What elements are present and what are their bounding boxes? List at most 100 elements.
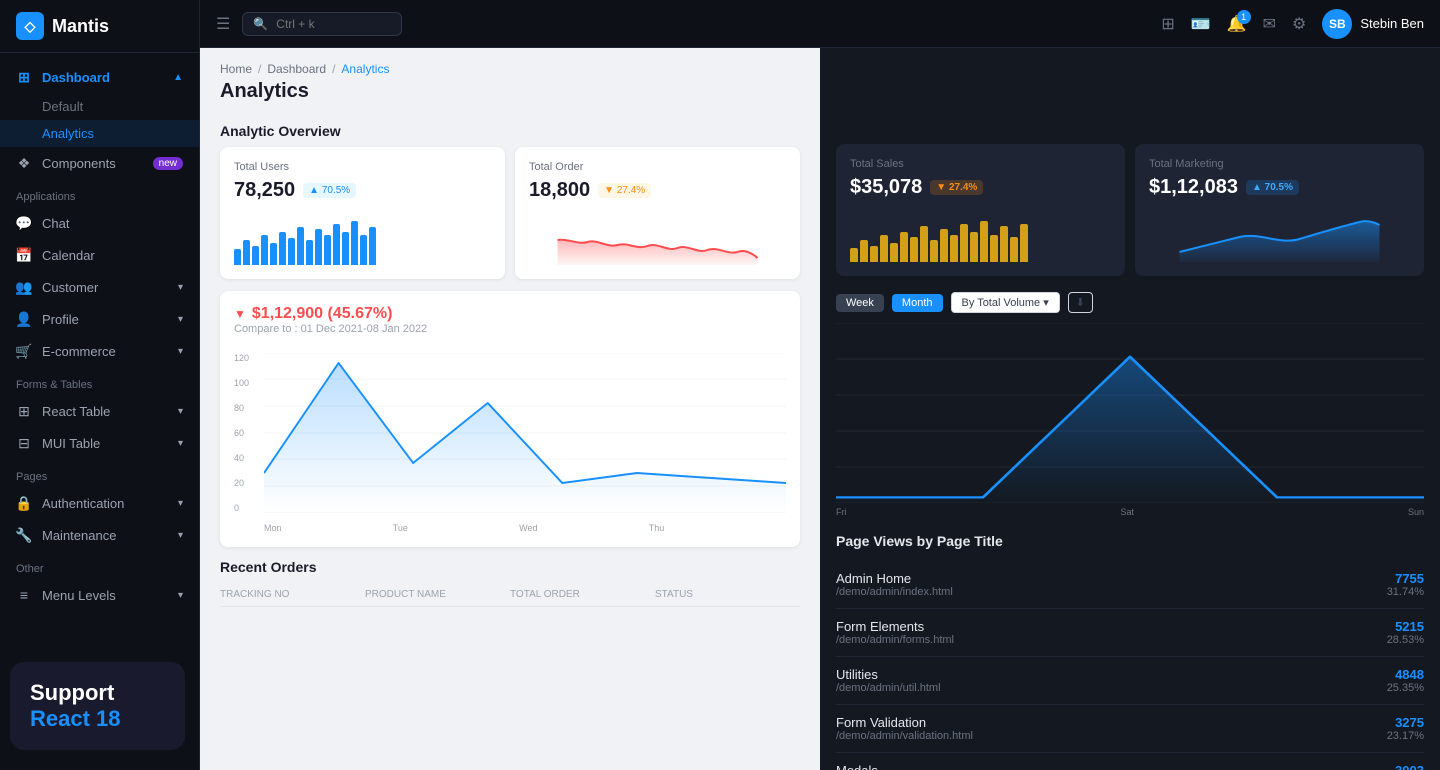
sidebar-item-components[interactable]: ❖ Components new (0, 147, 199, 179)
sidebar-item-profile[interactable]: 👤 Profile ▾ (0, 303, 199, 335)
stat-value-orders: 18,800 (529, 179, 590, 202)
week-button[interactable]: Week (836, 294, 884, 312)
pv-count: 4848 (1387, 667, 1424, 682)
dark-stat-value-marketing: $1,12,083 ▲ 70.5% (1149, 176, 1410, 199)
mui-table-icon: ⊟ (16, 435, 32, 451)
sidebar-item-customer[interactable]: 👥 Customer ▾ (0, 271, 199, 303)
income-header-left: ▼ $1,12,900 (45.67%) Compare to : 01 Dec… (234, 305, 427, 345)
components-icon: ❖ (16, 155, 32, 171)
user-avatar: SB (1322, 9, 1352, 39)
breadcrumb-current: Analytics (341, 62, 389, 76)
customer-chevron: ▾ (178, 282, 183, 293)
sidebar-item-mui-table[interactable]: ⊟ MUI Table ▾ (0, 427, 199, 459)
bar (1020, 224, 1028, 263)
page-view-item: Form Elements /demo/admin/forms.html 521… (836, 609, 1424, 657)
dashboard-icon: ⊞ (16, 69, 32, 85)
pv-left: Utilities /demo/admin/util.html (836, 667, 941, 694)
month-button[interactable]: Month (892, 294, 943, 312)
sidebar-item-ecommerce[interactable]: 🛒 E-commerce ▾ (0, 335, 199, 367)
pv-url: /demo/admin/index.html (836, 586, 953, 598)
search-box[interactable]: 🔍 (242, 12, 402, 36)
bar (234, 249, 241, 266)
bar (270, 243, 277, 265)
sidebar-item-chat[interactable]: 💬 Chat (0, 207, 199, 239)
page-header: Home / Dashboard / Analytics Analytics (200, 48, 820, 113)
chart-x-labels: MonTueWedThuFri (264, 523, 786, 533)
react-table-chevron: ▾ (178, 406, 183, 417)
bar (870, 246, 878, 263)
topbar: ☰ 🔍 ⊞ 🪪 🔔 1 ✉ ⚙ SB Stebin Ben (200, 0, 1440, 48)
bar (297, 227, 304, 266)
pv-title: Utilities (836, 667, 941, 682)
search-input[interactable] (276, 17, 376, 31)
chart-area (264, 353, 786, 513)
dark-mini-chart-marketing (1149, 207, 1410, 262)
dark-chart-x-labels: FriSatSun (836, 503, 1424, 517)
pv-right: 7755 31.74% (1387, 571, 1424, 598)
bar (880, 235, 888, 263)
breadcrumb: Home / Dashboard / Analytics (220, 62, 800, 76)
sidebar-item-react-table[interactable]: ⊞ React Table ▾ (0, 395, 199, 427)
bar (930, 240, 938, 262)
bar (252, 246, 259, 265)
pv-pct: 28.53% (1387, 634, 1424, 646)
dark-stat-card-sales: Total Sales $35,078 ▼ 27.4% (836, 144, 1125, 276)
card-icon[interactable]: 🪪 (1191, 14, 1211, 34)
sidebar-item-analytics[interactable]: Analytics (0, 120, 199, 147)
bar (920, 226, 928, 262)
sidebar-item-maintenance[interactable]: 🔧 Maintenance ▾ (0, 519, 199, 551)
mail-icon[interactable]: ✉ (1263, 14, 1276, 34)
dark-income-controls: Week Month By Total Volume ▾ ⬇ (836, 292, 1424, 313)
income-card: ▼ $1,12,900 (45.67%) Compare to : 01 Dec… (220, 291, 800, 547)
bar (890, 243, 898, 262)
breadcrumb-home[interactable]: Home (220, 62, 252, 76)
menu-toggle-button[interactable]: ☰ (216, 14, 230, 34)
page-view-item: Utilities /demo/admin/util.html 4848 25.… (836, 657, 1424, 705)
pv-right: 3275 23.17% (1387, 715, 1424, 742)
page-views-list: Admin Home /demo/admin/index.html 7755 3… (836, 561, 1424, 770)
col-total-order: TOTAL ORDER (510, 589, 655, 600)
pv-title: Modals (836, 763, 962, 770)
dark-income-section: Week Month By Total Volume ▾ ⬇ (836, 292, 1424, 517)
settings-icon[interactable]: ⚙ (1292, 14, 1306, 34)
stat-card-orders: Total Order 18,800 ▼ 27.4% (515, 147, 800, 279)
pv-title: Form Validation (836, 715, 973, 730)
components-badge: new (153, 157, 183, 170)
breadcrumb-sep1: / (258, 62, 261, 76)
auth-chevron: ▾ (178, 498, 183, 509)
bar (243, 240, 250, 265)
recent-orders-title: Recent Orders (220, 559, 800, 575)
sidebar-item-dashboard[interactable]: ⊞ Dashboard ▲ (0, 61, 199, 93)
bar (1010, 237, 1018, 262)
download-button[interactable]: ⬇ (1068, 292, 1093, 313)
bar (980, 221, 988, 262)
bar (960, 224, 968, 263)
pv-left: Admin Home /demo/admin/index.html (836, 571, 953, 598)
page-view-item: Admin Home /demo/admin/index.html 7755 3… (836, 561, 1424, 609)
notification-icon[interactable]: 🔔 1 (1227, 14, 1247, 34)
pv-left: Form Elements /demo/admin/forms.html (836, 619, 954, 646)
pv-left: Form Validation /demo/admin/validation.h… (836, 715, 973, 742)
breadcrumb-dashboard[interactable]: Dashboard (267, 62, 326, 76)
ecommerce-chevron: ▾ (178, 346, 183, 357)
bar (360, 235, 367, 265)
recent-orders-section: Recent Orders TRACKING NO PRODUCT NAME T… (200, 559, 820, 607)
pv-pct: 25.35% (1387, 682, 1424, 694)
dashboard-chevron: ▲ (173, 72, 183, 83)
income-header: ▼ $1,12,900 (45.67%) Compare to : 01 Dec… (234, 305, 786, 345)
sidebar-item-menu-levels[interactable]: ≡ Menu Levels ▾ (0, 579, 199, 611)
volume-button[interactable]: By Total Volume ▾ (951, 292, 1060, 313)
bar (990, 235, 998, 263)
bar (1000, 226, 1008, 262)
notification-badge: 1 (1237, 10, 1251, 24)
bar (900, 232, 908, 262)
dark-mini-chart-sales (850, 207, 1111, 262)
sidebar-item-authentication[interactable]: 🔒 Authentication ▾ (0, 487, 199, 519)
area-chart-red (529, 210, 786, 265)
grid-icon[interactable]: ⊞ (1161, 14, 1174, 34)
bar (860, 240, 868, 262)
user-info[interactable]: SB Stebin Ben (1322, 9, 1424, 39)
sidebar-item-calendar[interactable]: 📅 Calendar (0, 239, 199, 271)
sidebar-item-default[interactable]: Default (0, 93, 199, 120)
dark-stat-card-marketing: Total Marketing $1,12,083 ▲ 70.5% (1135, 144, 1424, 276)
